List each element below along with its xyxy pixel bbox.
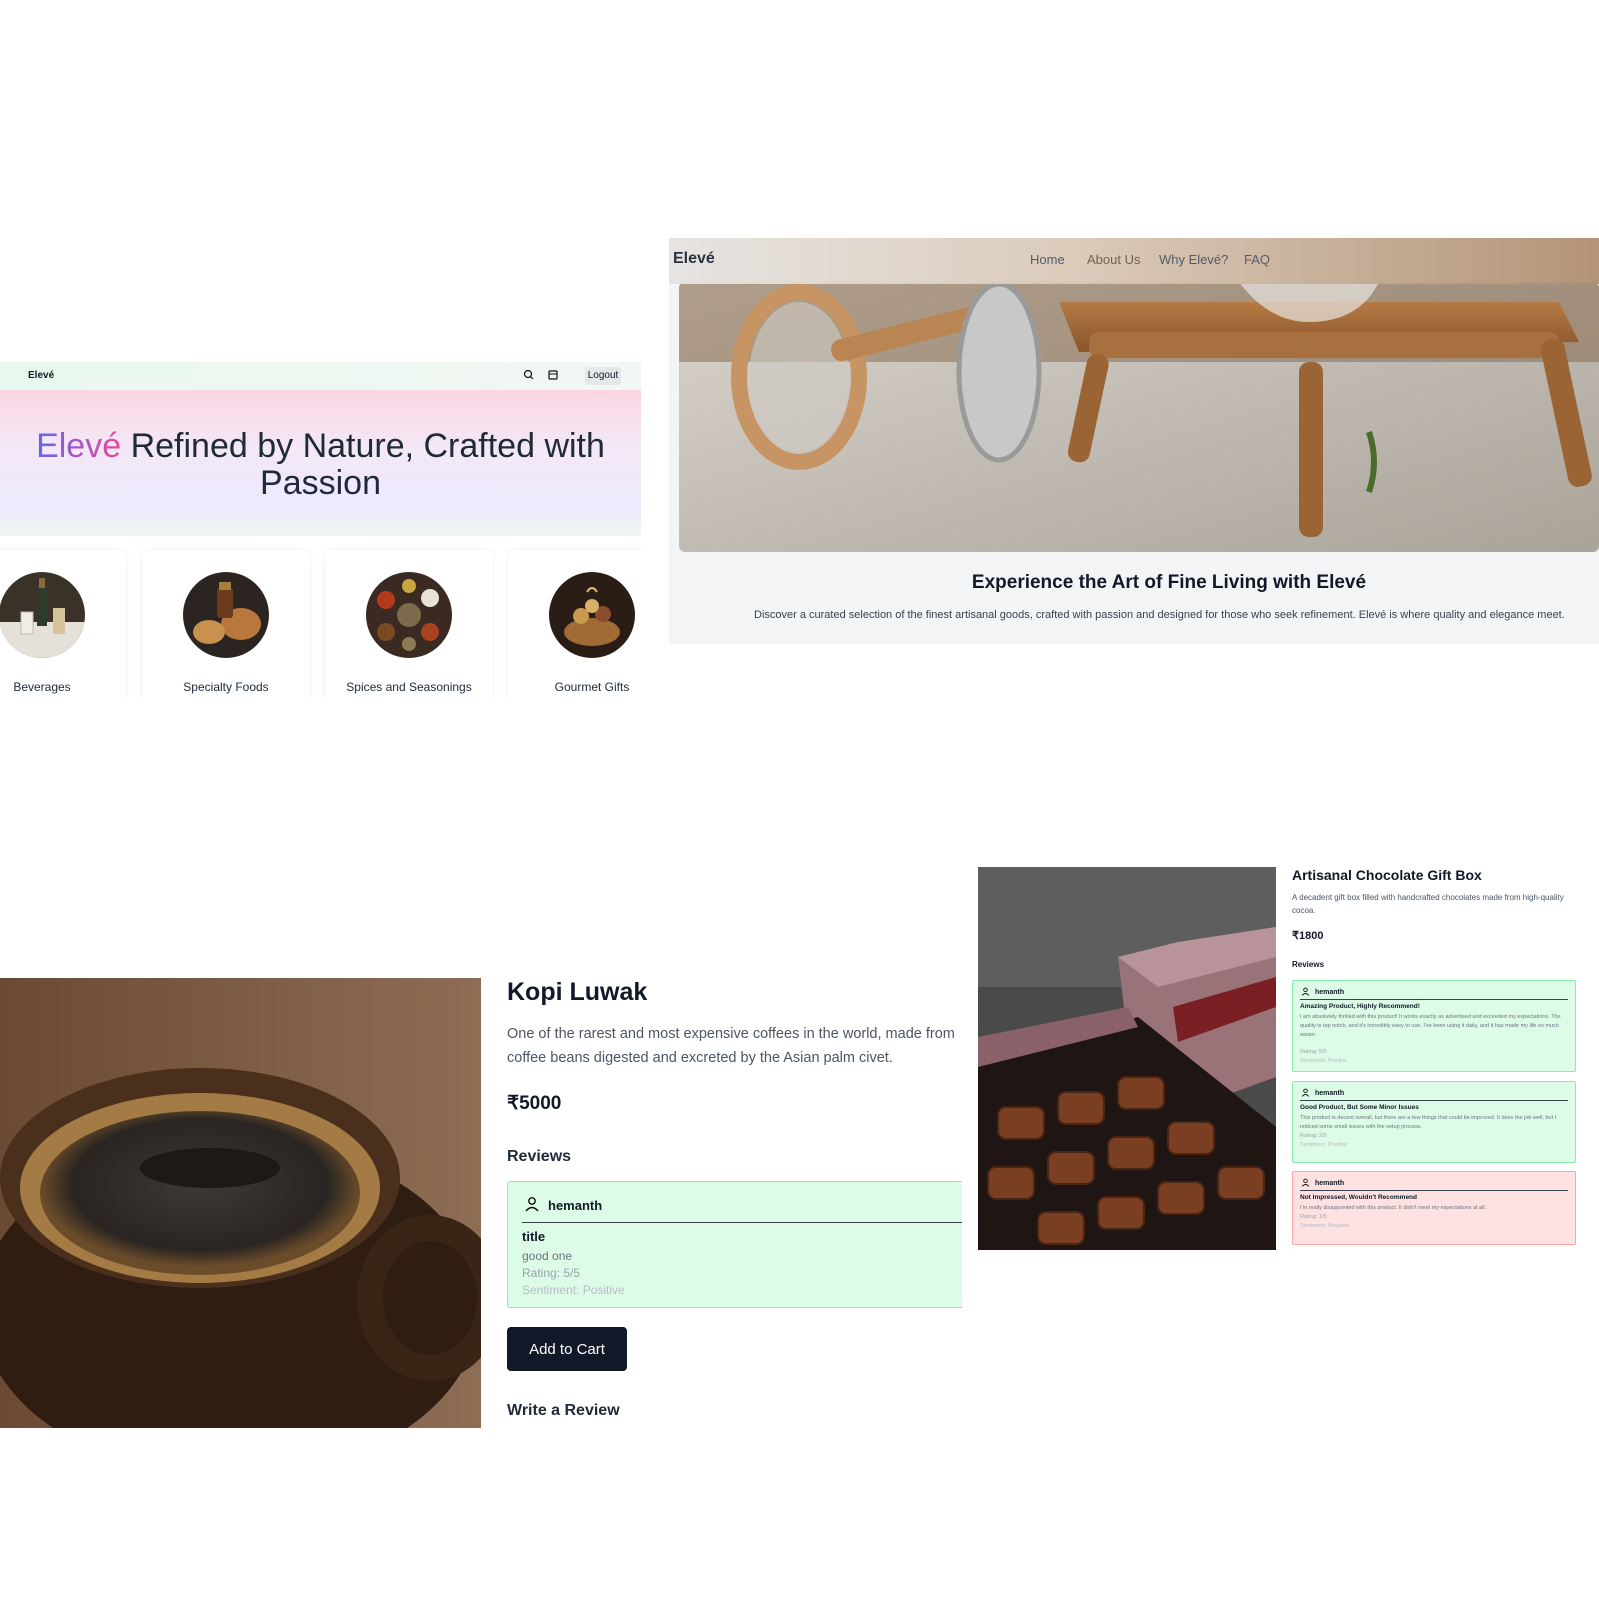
top-navbar: Elevé Logout <box>0 362 641 390</box>
review-title: title <box>522 1229 546 1244</box>
review-sentiment: Sentiment: Negative <box>1300 1223 1350 1229</box>
review-username: hemanth <box>1315 1090 1345 1097</box>
review-rating: Rating: 1/5 <box>1300 1214 1327 1220</box>
transparent-navbar: Elevé Home About Us Why Elevé? FAQ <box>669 238 1599 284</box>
review-sentiment: Sentiment: Positive <box>522 1283 625 1297</box>
nav-faq[interactable]: FAQ <box>1244 252 1270 267</box>
review-card-negative: hemanth Not Impressed, Wouldn't Recommen… <box>1292 1171 1576 1245</box>
review-rating: Rating: 5/5 <box>522 1266 581 1280</box>
beverages-image <box>0 572 85 658</box>
review-title: Good Product, But Some Minor Issues <box>1300 1104 1419 1111</box>
nav-why-eleve[interactable]: Why Elevé? <box>1159 252 1228 267</box>
review-divider <box>1300 1100 1568 1101</box>
shop-landing-screenshot: Elevé Logout Elevé Refined by Nature, Cr… <box>0 362 641 697</box>
review-username: hemanth <box>1315 989 1345 996</box>
reviews-heading: Reviews <box>1292 960 1325 969</box>
search-icon[interactable] <box>522 368 536 382</box>
nav-home[interactable]: Home <box>1030 252 1065 267</box>
category-card-spices[interactable]: Spices and Seasonings <box>325 550 493 697</box>
chocolate-box-details: Artisanal Chocolate Gift Box A decadent … <box>1290 867 1590 1257</box>
category-label: Beverages <box>13 680 71 694</box>
review-comment: I'm really disappointed with this produc… <box>1300 1205 1487 1211</box>
review-card: hemanth title good one Rating: 5/5 Senti… <box>507 1181 962 1308</box>
review-comment: I am absolutely thrilled with this produ… <box>1300 1014 1561 1038</box>
product-price: ₹5000 <box>507 1093 562 1114</box>
specialty-foods-image <box>183 572 269 658</box>
review-rating: Rating: 2/5 <box>1300 1133 1327 1139</box>
hero-image <box>679 282 1599 552</box>
review-user: hemanth <box>1301 1088 1344 1099</box>
add-to-cart-button[interactable]: Add to Cart <box>507 1327 627 1371</box>
review-title: Amazing Product, Highly Recommend! <box>1300 1003 1420 1010</box>
hero-brand: Elevé <box>36 427 122 465</box>
review-username: hemanth <box>548 1198 603 1213</box>
reviews-heading: Reviews <box>507 1148 572 1165</box>
review-user: hemanth <box>1301 1178 1344 1189</box>
spices-image <box>366 572 452 658</box>
category-label: Specialty Foods <box>183 680 269 694</box>
category-label: Gourmet Gifts <box>554 680 630 694</box>
user-icon <box>1301 987 1310 998</box>
logout-button[interactable]: Logout <box>585 367 621 385</box>
kopi-luwak-details: Kopi Luwak One of the rarest and most ex… <box>507 978 962 1438</box>
review-sentiment: Sentiment: Positive <box>1300 1058 1348 1064</box>
about-description: Discover a curated selection of the fine… <box>754 609 1565 621</box>
review-comment: good one <box>522 1249 573 1263</box>
review-rating: Rating: 5/5 <box>1300 1049 1327 1055</box>
user-icon <box>1301 1178 1310 1189</box>
review-divider <box>1300 1190 1568 1191</box>
review-user: hemanth <box>524 1196 602 1215</box>
hero-banner: Elevé Refined by Nature, Crafted with Pa… <box>0 390 641 536</box>
user-icon <box>1301 1088 1310 1099</box>
review-divider <box>522 1222 962 1223</box>
category-card-beverages[interactable]: Beverages <box>0 550 126 697</box>
hero-title: Elevé Refined by Nature, Crafted with Pa… <box>0 428 641 502</box>
product-title: Kopi Luwak <box>507 978 648 1006</box>
review-card: hemanth Good Product, But Some Minor Iss… <box>1292 1081 1576 1163</box>
hero-tagline: Refined by Nature, Crafted with Passion <box>121 427 605 502</box>
cart-icon[interactable] <box>546 368 560 382</box>
category-card-specialty-foods[interactable]: Specialty Foods <box>142 550 310 697</box>
product-title: Artisanal Chocolate Gift Box <box>1292 867 1482 883</box>
review-user: hemanth <box>1301 987 1344 998</box>
user-icon <box>524 1196 540 1215</box>
product-description: A decadent gift box filled with handcraf… <box>1292 893 1564 915</box>
chocolate-box-image <box>978 867 1276 1250</box>
write-review-heading: Write a Review <box>507 1402 620 1419</box>
review-card: hemanth Amazing Product, Highly Recommen… <box>1292 980 1576 1072</box>
review-sentiment: Sentiment: Positive <box>1300 1142 1348 1148</box>
about-screenshot: Elevé Home About Us Why Elevé? FAQ Exper… <box>669 238 1599 644</box>
nav-about-us[interactable]: About Us <box>1087 252 1140 267</box>
brand-logo[interactable]: Elevé <box>673 250 715 268</box>
brand-logo[interactable]: Elevé <box>28 370 54 381</box>
about-heading: Experience the Art of Fine Living with E… <box>971 572 1367 593</box>
review-username: hemanth <box>1315 1180 1345 1187</box>
product-description: One of the rarest and most expensive cof… <box>507 1026 955 1066</box>
category-card-gourmet-gifts[interactable]: Gourmet Gifts <box>508 550 641 697</box>
kopi-luwak-image <box>0 978 481 1428</box>
gourmet-gifts-image <box>549 572 635 658</box>
category-label: Spices and Seasonings <box>346 680 472 694</box>
product-price: ₹1800 <box>1292 930 1324 942</box>
review-divider <box>1300 999 1568 1000</box>
review-title: Not Impressed, Wouldn't Recommend <box>1300 1194 1417 1201</box>
review-comment: This product is decent overall, but ther… <box>1300 1115 1557 1130</box>
